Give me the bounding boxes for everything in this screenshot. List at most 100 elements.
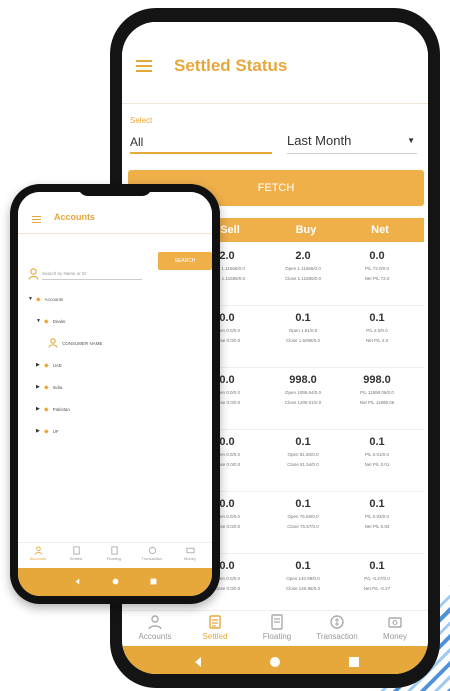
tab-label: Accounts xyxy=(29,556,47,561)
transaction-icon xyxy=(148,546,156,555)
period-dropdown[interactable]: Last Month ▼ xyxy=(287,130,417,154)
tree-label: CONSUMER NAME xyxy=(62,340,103,346)
tree-item-accounts[interactable]: ▼ ◆ Accounts xyxy=(28,288,208,310)
app-header: Settled Status xyxy=(122,22,428,104)
column-header-net: Net xyxy=(371,224,389,236)
buy-value: 0.1 xyxy=(295,498,311,510)
net-detail: P/L 0.93/0.0 xyxy=(364,514,390,519)
buy-value: 0.1 xyxy=(295,312,311,324)
net-detail: P/L 72.0/0.0 xyxy=(364,266,390,271)
net-detail: P/L 0.01/0.0 xyxy=(364,452,390,457)
tree-label: UF xyxy=(52,428,59,434)
net-detail: P/L 2.0/0.0 xyxy=(366,328,388,333)
net-value: 0.1 xyxy=(369,436,385,448)
net-detail: Net P/L -0.27 xyxy=(363,586,391,591)
buy-detail: Open 1.11566/0.0 xyxy=(285,266,321,271)
buy-detail: Close 81.54/0.0 xyxy=(287,462,319,467)
hamburger-menu-icon[interactable] xyxy=(136,60,152,72)
tab-label: Transaction xyxy=(316,632,358,641)
tree-item-consumer[interactable]: CONSUMER NAME xyxy=(28,332,208,354)
tree-item-uf[interactable]: ▶ ◆ UF xyxy=(28,420,208,442)
cell-buy: 998.0 Open 1095.64/0.0 Close 1208.01/0.0 xyxy=(264,374,342,406)
tab-transaction[interactable]: Transaction xyxy=(308,614,366,641)
buy-detail: Open 1.81/0.0 xyxy=(288,328,318,333)
period-value: Last Month xyxy=(287,133,352,148)
buy-value: 0.1 xyxy=(295,436,311,448)
system-nav-bar xyxy=(122,646,428,674)
expand-icon: ▼ xyxy=(36,318,41,324)
buy-detail: Close 1.11586/0.0 xyxy=(284,276,322,281)
back-icon[interactable] xyxy=(74,578,81,585)
expand-icon: ▼ xyxy=(28,296,33,302)
tab-money[interactable]: Money xyxy=(366,614,424,641)
buy-detail: Close 75.57/0.0 xyxy=(287,524,319,529)
buy-value: 0.1 xyxy=(295,560,311,572)
net-value: 0.1 xyxy=(369,498,385,510)
tree-item-dealer[interactable]: ▼ ◆ Dealer xyxy=(28,310,208,332)
tab-money[interactable]: Money xyxy=(172,546,208,561)
search-input[interactable]: Search by Name or ID xyxy=(42,268,142,280)
recents-icon[interactable] xyxy=(150,578,157,585)
back-icon[interactable] xyxy=(192,656,204,668)
folder-icon: ◆ xyxy=(36,296,41,303)
phone-accounts: Accounts Search by Name or ID SEARCH ▼ ◆ A… xyxy=(10,184,220,604)
tree-label: UAE xyxy=(52,362,62,368)
tab-accounts[interactable]: Accounts xyxy=(20,546,56,561)
folder-icon: ◆ xyxy=(44,406,49,413)
buy-detail: Open 1095.64/0.0 xyxy=(284,390,322,395)
cell-net: 0.0 P/L 72.0/0.0 Net P/L 72.0 xyxy=(338,250,416,282)
floating-icon xyxy=(271,614,283,630)
buy-detail: Open 75.58/0.0 xyxy=(287,514,319,519)
buy-value: 998.0 xyxy=(289,374,317,386)
cell-net: 0.1 P/L 2.0/0.0 Net P/L 2.0 xyxy=(338,312,416,344)
tree-item-india[interactable]: ▶ ◆ India xyxy=(28,376,208,398)
tab-label: Money xyxy=(382,632,407,641)
recents-icon[interactable] xyxy=(348,656,360,668)
promo-stage: Settled Status Select All Last Month ▼ F… xyxy=(0,0,450,691)
tab-label: Money xyxy=(183,556,196,561)
tab-label: Transaction xyxy=(141,556,163,561)
net-value: 998.0 xyxy=(363,374,391,386)
folder-icon: ◆ xyxy=(44,428,49,435)
bottom-tab-bar: Accounts Settled Floating Transaction Mo… xyxy=(122,610,428,650)
tree-label: Accounts xyxy=(44,296,64,302)
tree-item-pakistan[interactable]: ▶ ◆ Pakistan xyxy=(28,398,208,420)
app-header: Accounts xyxy=(18,192,212,234)
accounts-icon xyxy=(33,546,43,555)
tab-floating[interactable]: Floating xyxy=(96,546,132,561)
tab-label: Floating xyxy=(106,556,122,561)
select-label: Select xyxy=(130,116,153,125)
home-icon[interactable] xyxy=(112,578,119,585)
tab-floating[interactable]: Floating xyxy=(248,614,306,641)
search-button[interactable]: SEARCH xyxy=(158,252,212,270)
page-title: Settled Status xyxy=(174,56,288,75)
collapse-icon: ▶ xyxy=(36,362,40,368)
money-icon xyxy=(388,617,402,628)
camera-notch xyxy=(78,184,152,196)
cell-net: 0.1 P/L 0.01/0.0 Net P/L 0.01 xyxy=(338,436,416,468)
chevron-down-icon: ▼ xyxy=(407,136,415,145)
tab-settled[interactable]: Settled xyxy=(186,614,244,641)
net-detail: Net P/L 11898.06 xyxy=(359,400,395,405)
account-select[interactable]: All xyxy=(130,130,272,154)
buy-detail: Open 81.60/0.0 xyxy=(287,452,319,457)
tab-transaction[interactable]: Transaction xyxy=(134,546,170,561)
tab-accounts[interactable]: Accounts xyxy=(126,614,184,641)
buy-detail: Open 140.99/0.0 xyxy=(286,576,320,581)
net-detail: Net P/L 2.0 xyxy=(365,338,389,343)
user-icon xyxy=(48,338,58,348)
cell-buy: 0.1 Open 81.60/0.0 Close 81.54/0.0 xyxy=(264,436,342,468)
tab-label: Settled xyxy=(202,632,228,641)
money-icon xyxy=(185,547,195,554)
hamburger-menu-icon[interactable] xyxy=(32,216,41,223)
net-value: 0.0 xyxy=(369,250,385,262)
cell-net: 0.1 P/L -0.27/0.0 Net P/L -0.27 xyxy=(338,560,416,592)
tab-settled[interactable]: Settled xyxy=(58,546,94,561)
tab-label: Settled xyxy=(69,556,83,561)
collapse-icon: ▶ xyxy=(36,406,40,412)
accounts-screen: Accounts Search by Name or ID SEARCH ▼ ◆ A… xyxy=(18,192,212,596)
tree-item-uae[interactable]: ▶ ◆ UAE xyxy=(28,354,208,376)
home-icon[interactable] xyxy=(269,656,281,668)
tree-label: Pakistan xyxy=(52,406,70,412)
bottom-tab-bar: Accounts Settled Floating Transaction Mo… xyxy=(18,542,212,568)
